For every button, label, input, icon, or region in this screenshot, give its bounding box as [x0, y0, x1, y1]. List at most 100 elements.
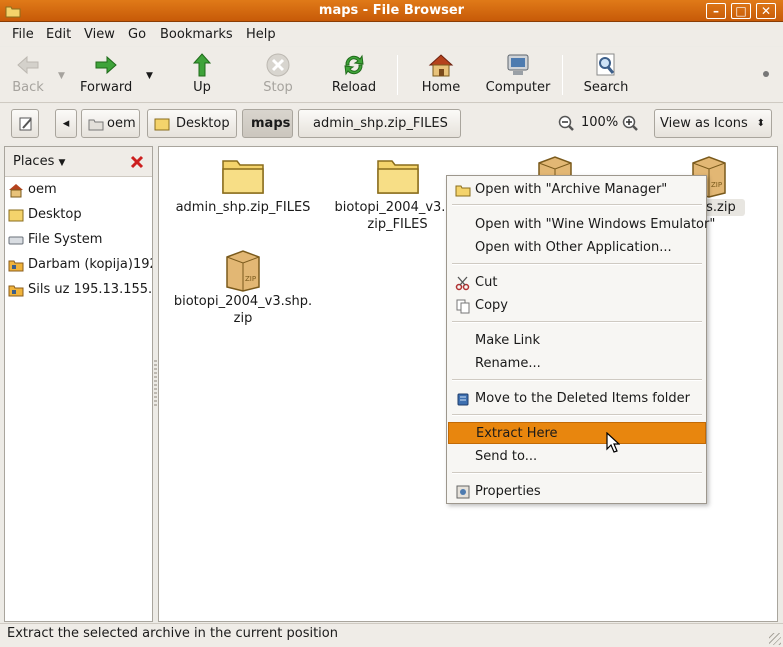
reload-icon	[344, 54, 364, 76]
toolbar-separator	[397, 55, 398, 95]
sidebar-item-oem[interactable]: oem	[5, 179, 152, 201]
mouse-pointer-icon	[606, 432, 620, 453]
path-button-maps[interactable]: maps	[242, 109, 293, 138]
sidebar-item-file-system[interactable]: File System	[5, 229, 152, 251]
properties-icon	[456, 485, 470, 499]
status-text: Extract the selected archive in the curr…	[7, 626, 338, 641]
computer-icon	[507, 54, 529, 75]
menu-item-extract-here[interactable]: Extract Here	[448, 422, 706, 444]
scissors-icon	[455, 276, 470, 291]
menu-item-cut[interactable]: Cut	[448, 272, 705, 294]
chevron-updown-icon: ⬍	[756, 118, 765, 129]
menu-item-rename[interactable]: Rename...	[448, 353, 705, 375]
sidebar-item-sils[interactable]: Sils uz 195.13.155.2	[5, 279, 152, 301]
copy-icon	[456, 299, 470, 314]
network-folder-icon	[8, 285, 24, 297]
desktop-icon	[154, 118, 170, 131]
menu-item-copy[interactable]: Copy	[448, 295, 705, 317]
menu-item-send-to[interactable]: Send to...	[448, 446, 705, 468]
menu-file[interactable]: File	[12, 27, 34, 42]
svg-text:ZIP: ZIP	[245, 275, 256, 283]
menu-edit[interactable]: Edit	[46, 27, 71, 42]
toolbar: Back ▼ Forward ▼ Up Stop Reload Home Com…	[0, 47, 783, 103]
path-button-desktop[interactable]: Desktop	[147, 109, 237, 138]
minimize-button[interactable]: –	[706, 3, 726, 19]
folder-open-icon	[455, 185, 471, 197]
menu-bookmarks[interactable]: Bookmarks	[160, 27, 233, 42]
maximize-button[interactable]: □	[731, 3, 751, 19]
forward-arrow-icon	[95, 55, 117, 75]
up-arrow-icon	[192, 53, 212, 77]
sidebar-header: Places ▼	[5, 147, 152, 177]
close-button[interactable]: ✕	[756, 3, 776, 19]
menu-separator	[452, 263, 702, 265]
stop-icon	[266, 53, 290, 77]
context-menu: Open with "Archive Manager" Open with "W…	[446, 175, 715, 504]
view-mode-select[interactable]: View as Icons ⬍	[654, 109, 772, 138]
stop-button[interactable]: Stop	[260, 52, 296, 95]
network-folder-icon	[8, 260, 24, 272]
home-folder-icon	[9, 184, 23, 198]
back-history-arrow[interactable]: ▼	[58, 71, 65, 81]
back-arrow-icon	[17, 55, 39, 75]
chevron-down-icon: ▼	[58, 158, 66, 168]
menu-bar: File Edit View Go Bookmarks Help	[0, 23, 783, 46]
menu-item-open-other[interactable]: Open with Other Application...	[448, 237, 705, 259]
menu-item-move-to-trash[interactable]: Move to the Deleted Items folder	[448, 388, 705, 410]
home-icon	[428, 54, 454, 77]
status-bar: Extract the selected archive in the curr…	[0, 623, 783, 647]
close-sidebar-icon[interactable]	[129, 154, 145, 170]
path-button-oem[interactable]: oem	[81, 109, 140, 138]
path-scroll-left-button[interactable]: ◂	[55, 109, 77, 138]
toggle-location-entry-button[interactable]	[11, 109, 39, 138]
zoom-out-icon[interactable]	[558, 115, 575, 132]
menu-item-properties[interactable]: Properties	[448, 481, 705, 503]
search-icon	[596, 53, 615, 76]
file-item-archive[interactable]: ZIP biotopi_2004_v3.shp. zip	[173, 245, 313, 327]
toolbar-separator	[562, 55, 563, 95]
sidebar-item-darbam[interactable]: Darbam (kopija)192	[5, 254, 152, 276]
drive-icon	[8, 236, 24, 245]
throbber-icon	[763, 71, 769, 77]
menu-go[interactable]: Go	[128, 27, 146, 42]
pane-resize-handle[interactable]	[154, 360, 157, 408]
location-bar: ◂ oem Desktop maps admin_shp.zip_FILES 1…	[0, 104, 783, 144]
computer-button[interactable]: Computer	[485, 52, 551, 95]
folder-icon	[222, 160, 264, 194]
menu-help[interactable]: Help	[246, 27, 276, 42]
sidebar-item-desktop[interactable]: Desktop	[5, 204, 152, 226]
menu-separator	[452, 414, 702, 416]
menu-separator	[452, 204, 702, 206]
window-resize-grip[interactable]	[769, 633, 781, 645]
trash-icon	[457, 393, 469, 406]
forward-history-arrow[interactable]: ▼	[146, 71, 153, 81]
window-title: maps - File Browser	[318, 3, 465, 18]
home-button[interactable]: Home	[420, 52, 462, 95]
menu-item-make-link[interactable]: Make Link	[448, 330, 705, 352]
zip-archive-icon: ZIP	[226, 250, 260, 292]
svg-text:ZIP: ZIP	[711, 181, 722, 189]
reload-button[interactable]: Reload	[330, 52, 378, 95]
desktop-icon	[8, 209, 24, 222]
zoom-level[interactable]: 100%	[581, 115, 618, 130]
back-button[interactable]: Back	[10, 52, 46, 95]
menu-separator	[452, 472, 702, 474]
up-button[interactable]: Up	[186, 52, 218, 95]
places-sidebar: Places ▼ oem Desktop File System Darbam …	[4, 146, 153, 622]
menu-separator	[452, 321, 702, 323]
path-button-admin-shp-zip-files[interactable]: admin_shp.zip_FILES	[298, 109, 461, 138]
file-item-folder[interactable]: admin_shp.zip_FILES	[173, 151, 313, 216]
places-dropdown[interactable]: Places ▼	[13, 154, 65, 169]
search-button[interactable]: Search	[582, 52, 630, 95]
menu-separator	[452, 379, 702, 381]
folder-icon	[376, 160, 419, 194]
chevron-left-icon: ◂	[62, 116, 70, 131]
home-folder-icon	[88, 119, 104, 131]
menu-view[interactable]: View	[84, 27, 115, 42]
title-bar: maps - File Browser – □ ✕	[0, 0, 783, 22]
forward-button[interactable]: Forward	[80, 52, 132, 95]
menu-item-open-wine[interactable]: Open with "Wine Windows Emulator"	[448, 214, 715, 236]
zoom-in-icon[interactable]	[622, 115, 639, 132]
edit-location-icon	[19, 117, 32, 131]
menu-item-open-archive-manager[interactable]: Open with "Archive Manager"	[448, 179, 705, 201]
